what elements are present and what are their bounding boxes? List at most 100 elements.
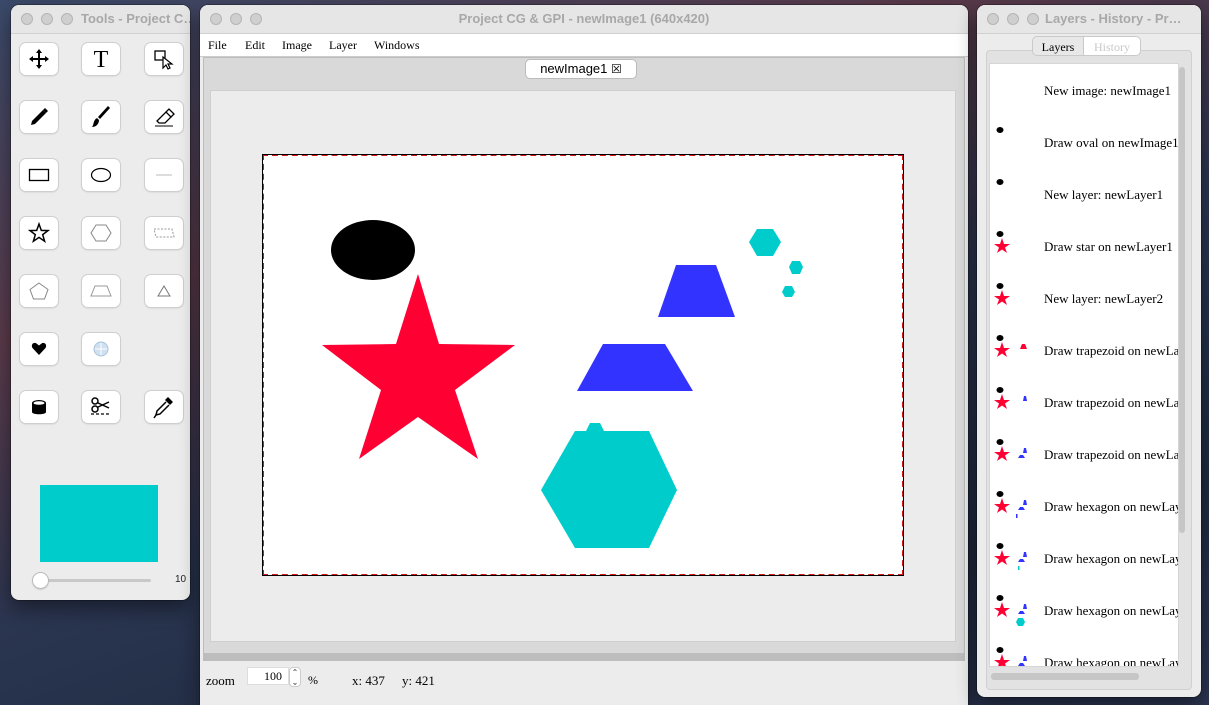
move-tool-button[interactable] xyxy=(20,43,58,75)
text-tool-button[interactable]: T xyxy=(82,43,120,75)
menu-layer[interactable]: Layer xyxy=(329,38,357,53)
brush-icon xyxy=(92,106,110,127)
zoom-percent-label: % xyxy=(308,673,318,687)
circle-icon xyxy=(93,341,109,357)
triangle-icon xyxy=(157,285,171,297)
cut-tool-button[interactable] xyxy=(82,391,120,423)
hexagon-icon xyxy=(90,224,112,242)
select-icon xyxy=(154,50,174,70)
history-thumbnail xyxy=(994,491,1027,518)
history-item[interactable]: New layer: newLayer2 xyxy=(990,272,1178,324)
tab-layers[interactable]: Layers xyxy=(1032,36,1084,56)
oval-icon xyxy=(90,167,112,183)
history-item-label: Draw oval on newImage1 xyxy=(1044,135,1179,150)
brush-tool-button[interactable] xyxy=(82,101,120,133)
close-window-button[interactable] xyxy=(21,13,33,25)
zoom-window-button[interactable] xyxy=(61,13,73,25)
stepper-up-icon[interactable]: ⌃ xyxy=(290,668,300,677)
history-item[interactable]: Draw hexagon on newLayer2 xyxy=(990,584,1178,636)
menu-image[interactable]: Image xyxy=(282,38,312,53)
history-item[interactable]: Draw trapezoid on newLayer2 xyxy=(990,376,1178,428)
canvas-hexagon-shape xyxy=(789,261,803,274)
history-item-label: Draw hexagon on newLayer2 xyxy=(1044,551,1178,566)
tab-newimage1[interactable]: newImage1 ☒ xyxy=(525,59,637,79)
tab-close-icon[interactable]: ☒ xyxy=(611,62,622,76)
trapezoid-icon xyxy=(90,285,112,297)
history-item[interactable]: Draw hexagon on newLayer2 xyxy=(990,480,1178,532)
history-item-label: Draw trapezoid on newLayer2 xyxy=(1044,343,1179,358)
menu-file[interactable]: File xyxy=(208,38,227,53)
text-icon: T xyxy=(94,47,109,71)
select-tool-button[interactable] xyxy=(145,43,183,75)
hexagon-tool-button[interactable] xyxy=(82,217,120,249)
document-scrollbar[interactable] xyxy=(203,653,965,661)
history-item-label: Draw hexagon on newLayer2 xyxy=(1044,603,1178,618)
history-item[interactable]: New image: newImage1 xyxy=(990,64,1178,116)
triangle-tool-button[interactable] xyxy=(145,275,183,307)
cut-icon xyxy=(91,397,111,415)
brush-size-slider-knob[interactable] xyxy=(33,573,48,588)
minimize-window-button[interactable] xyxy=(1007,13,1019,25)
history-thumbnail xyxy=(994,543,1027,570)
zoom-window-button[interactable] xyxy=(1027,13,1039,25)
pencil-tool-button[interactable] xyxy=(20,101,58,133)
current-color-swatch[interactable] xyxy=(40,485,158,562)
history-thumbnail xyxy=(996,179,1004,185)
canvas-drawing xyxy=(322,220,803,548)
tab-history[interactable]: History xyxy=(1083,36,1141,56)
parallelogram-tool-button[interactable] xyxy=(145,217,183,249)
brush-size-slider-track[interactable] xyxy=(39,579,151,582)
rectangle-tool-button[interactable] xyxy=(20,159,58,191)
eyedropper-icon xyxy=(153,397,173,419)
history-item[interactable]: Draw trapezoid on newLayer2 xyxy=(990,428,1179,480)
zoom-input[interactable]: 100 xyxy=(247,667,289,685)
history-item-label: Draw hexagon on newLayer2 xyxy=(1044,655,1178,667)
svg-text:T: T xyxy=(94,47,109,71)
image-canvas[interactable] xyxy=(262,154,904,576)
stepper-down-icon[interactable]: ⌃ xyxy=(290,677,300,686)
fill-bucket-tool-button[interactable] xyxy=(20,391,58,423)
history-horizontal-scrollbar[interactable] xyxy=(991,673,1139,680)
tools-titlebar[interactable]: Tools - Project CG & GPI xyxy=(11,5,190,34)
trapezoid-tool-button[interactable] xyxy=(82,275,120,307)
canvas-star-shape xyxy=(322,274,515,459)
layers-history-window: Layers - History - Project CG & GPI Laye… xyxy=(977,5,1201,697)
zoom-label: zoom xyxy=(206,673,235,688)
canvas-trapezoid-shape xyxy=(658,265,735,317)
oval-tool-button[interactable] xyxy=(82,159,120,191)
canvas-hexagon-shape xyxy=(541,431,677,548)
history-item[interactable]: Draw star on newLayer1 xyxy=(990,220,1178,272)
tools-window: Tools - Project CG & GPI T xyxy=(11,5,190,600)
history-vertical-scrollbar[interactable] xyxy=(1179,67,1185,533)
minimize-window-button[interactable] xyxy=(41,13,53,25)
history-item-label: Draw trapezoid on newLayer2 xyxy=(1044,447,1179,462)
star-tool-button[interactable] xyxy=(20,217,58,249)
heart-tool-button[interactable] xyxy=(20,333,58,365)
eyedropper-tool-button[interactable] xyxy=(145,391,183,423)
pencil-icon xyxy=(31,108,48,125)
canvas-trapezoid-shape xyxy=(577,344,693,391)
history-thumbnail xyxy=(996,127,1004,133)
canvas-oval-shape xyxy=(331,220,415,280)
zoom-stepper[interactable]: ⌃ ⌃ xyxy=(289,667,301,687)
history-item[interactable]: Draw trapezoid on newLayer2 xyxy=(990,324,1179,376)
main-titlebar[interactable]: Project CG & GPI - newImage1 (640x420) xyxy=(200,5,968,34)
eraser-tool-button[interactable] xyxy=(145,101,183,133)
line-icon xyxy=(156,174,172,176)
circle-tool-button[interactable] xyxy=(82,333,120,365)
history-thumbnail xyxy=(994,595,1027,626)
layers-titlebar[interactable]: Layers - History - Project CG & GPI xyxy=(977,5,1201,34)
history-item[interactable]: New layer: newLayer1 xyxy=(990,168,1178,220)
history-item[interactable]: Draw hexagon on newLayer2 xyxy=(990,532,1178,584)
history-item[interactable]: Draw oval on newImage1 xyxy=(990,116,1179,168)
star-icon xyxy=(28,222,50,243)
history-item[interactable]: Draw hexagon on newLayer2 xyxy=(990,636,1178,667)
close-window-button[interactable] xyxy=(987,13,999,25)
menu-edit[interactable]: Edit xyxy=(245,38,265,53)
move-icon xyxy=(29,49,49,69)
history-thumbnail xyxy=(994,387,1027,409)
line-tool-button[interactable] xyxy=(145,159,183,191)
pentagon-tool-button[interactable] xyxy=(20,275,58,307)
menu-windows[interactable]: Windows xyxy=(374,38,420,53)
history-item-label: New layer: newLayer2 xyxy=(1044,291,1164,306)
